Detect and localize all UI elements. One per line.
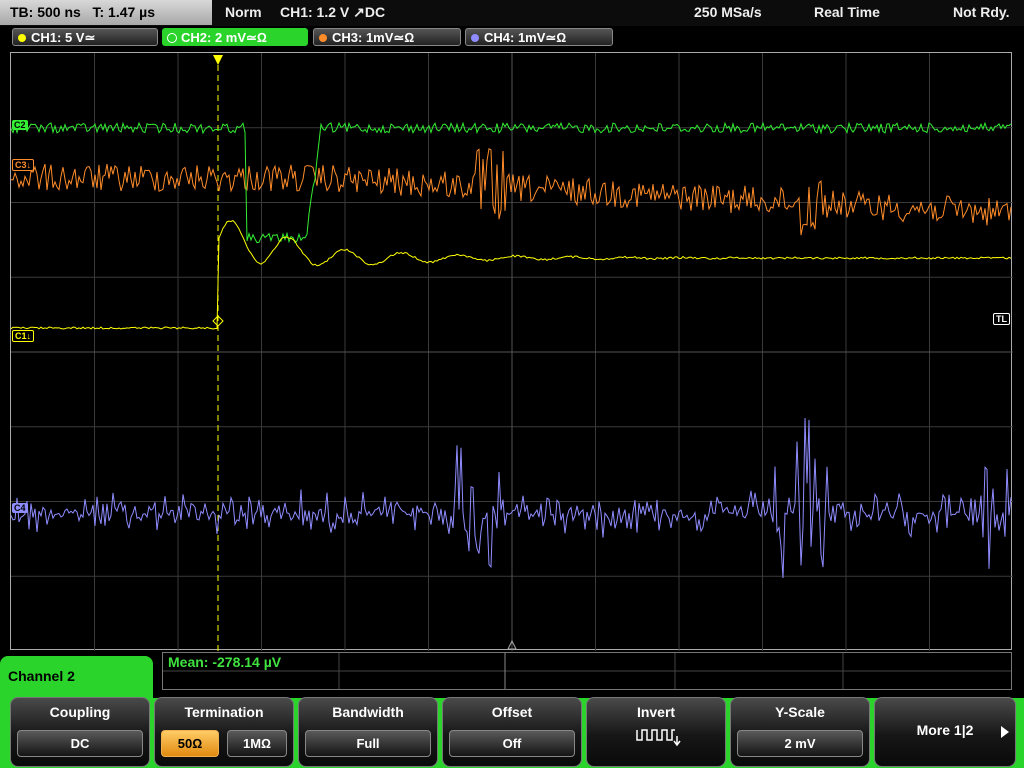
channel-4-marker[interactable]: C4 [12, 503, 28, 513]
invert-waveform-icon [636, 729, 681, 747]
run-status: Not Rdy. [953, 4, 1010, 20]
channel-1-tab[interactable]: CH1: 5 V≃ [12, 28, 158, 46]
y-scale-softkey[interactable]: Y-Scale 2 mV [730, 697, 870, 767]
channel-2-marker[interactable]: C2 [12, 120, 28, 130]
more-label: More 1|2 [916, 722, 974, 738]
channel-1-trace [11, 219, 1012, 330]
timebase-panel[interactable]: TB: 500 ns T: 1.47 µs [0, 0, 212, 25]
bandwidth-softkey[interactable]: Bandwidth Full [298, 697, 438, 767]
termination-50ohm-option[interactable]: 50Ω [161, 730, 219, 757]
channel-3-color-icon [319, 34, 327, 42]
channel-4-color-icon [471, 34, 479, 42]
invert-label: Invert [636, 704, 676, 720]
channel-3-marker[interactable]: C3↓ [12, 159, 35, 171]
menu-title: Channel 2 [8, 668, 75, 684]
bandwidth-value[interactable]: Full [305, 730, 431, 757]
next-page-arrow-icon [1001, 726, 1009, 738]
channel-4-label: CH4: 1mV≃Ω [484, 30, 567, 45]
trigger-info[interactable]: CH1: 1.2 V ↗DC [280, 0, 385, 25]
channel-4-tab[interactable]: CH4: 1mV≃Ω [465, 28, 613, 46]
trigger-time-value: T: 1.47 µs [92, 4, 156, 20]
timebase-value: TB: 500 ns [10, 4, 81, 20]
offset-softkey[interactable]: Offset Off [442, 697, 582, 767]
channel-3-label: CH3: 1mV≃Ω [332, 30, 415, 45]
trigger-level-marker[interactable]: TL [993, 313, 1010, 325]
more-softkey[interactable]: More 1|2 [874, 697, 1016, 767]
channel-2-label: CH2: 2 mV≃Ω [181, 30, 267, 45]
sample-rate: 250 MSa/s [694, 4, 762, 20]
channel-1-marker[interactable]: C1↓ [12, 330, 35, 342]
termination-1mohm-option[interactable]: 1MΩ [227, 730, 287, 757]
invert-softkey[interactable]: Invert [586, 697, 726, 767]
coupling-value[interactable]: DC [17, 730, 143, 757]
trigger-mode[interactable]: Norm [225, 0, 262, 25]
offset-value[interactable]: Off [449, 730, 575, 757]
y-scale-value[interactable]: 2 mV [737, 730, 863, 757]
coupling-softkey[interactable]: Coupling DC [10, 697, 150, 767]
waveform-canvas [11, 53, 1013, 651]
channel-1-color-icon [18, 34, 26, 42]
mean-measurement: Mean: -278.14 µV [168, 654, 282, 670]
channel-2-trace [11, 121, 1012, 244]
channel-4-trace [11, 417, 1012, 578]
y-scale-label: Y-Scale [775, 704, 825, 720]
channel-3-trace [11, 147, 1012, 236]
acquisition-mode: Real Time [814, 4, 880, 20]
measurement-panel [162, 652, 1012, 690]
offset-label: Offset [491, 704, 533, 720]
waveform-display[interactable] [10, 52, 1013, 651]
termination-label: Termination [184, 704, 264, 720]
termination-softkey[interactable]: Termination 50Ω 1MΩ [154, 697, 294, 767]
channel-3-tab[interactable]: CH3: 1mV≃Ω [313, 28, 461, 46]
channel-2-tab[interactable]: CH2: 2 mV≃Ω [162, 28, 308, 46]
channel-1-label: CH1: 5 V≃ [31, 30, 96, 45]
trigger-position-icon [213, 55, 223, 65]
coupling-label: Coupling [49, 704, 111, 720]
bandwidth-label: Bandwidth [332, 704, 404, 720]
channel-2-color-icon [167, 33, 177, 43]
